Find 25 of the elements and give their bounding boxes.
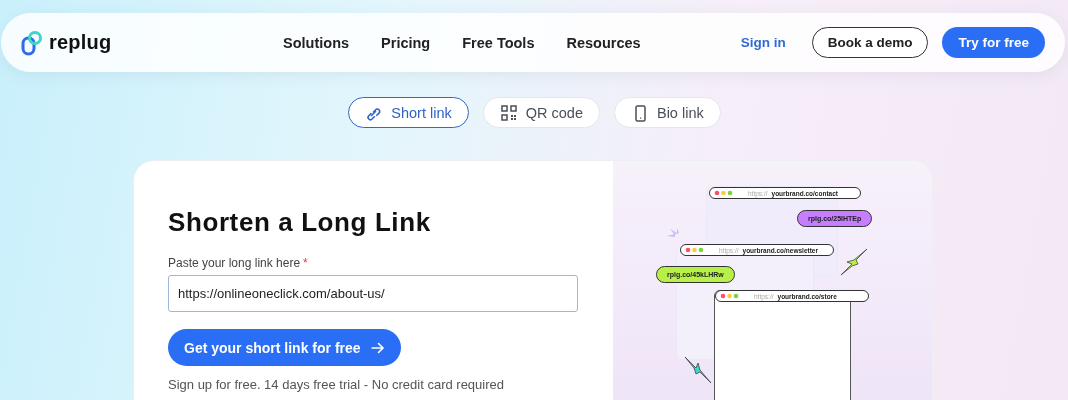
sign-in-link[interactable]: Sign in <box>740 35 786 50</box>
nav-link[interactable]: Solutions <box>283 34 350 51</box>
field-label: Paste your long link here <box>168 256 301 270</box>
nav-link[interactable]: Resources <box>566 34 641 51</box>
required-mark: * <box>303 256 308 270</box>
nav-link[interactable]: Pricing <box>381 34 431 51</box>
tab[interactable]: Short link <box>348 97 469 128</box>
tab[interactable]: Bio link <box>613 97 721 128</box>
logo-icon <box>21 29 43 56</box>
try-free-button[interactable]: Try for free <box>942 27 1045 58</box>
window-dots-icon <box>720 293 740 299</box>
logo-text[interactable]: replug <box>49 31 112 54</box>
window-dots-icon <box>714 190 734 196</box>
sparkle-icon <box>839 247 869 277</box>
sparkle-icon <box>683 355 713 385</box>
book-demo-button[interactable]: Book a demo <box>811 27 929 58</box>
qr-code-icon <box>499 103 518 122</box>
arrow-right-icon <box>370 341 385 354</box>
link-input-field[interactable]: https://onlineoneclick.com/about-us/ <box>168 275 578 312</box>
tab[interactable]: QR code <box>482 97 600 128</box>
get-short-link-button[interactable]: Get your short link for free <box>168 329 401 366</box>
window-dots-icon <box>685 247 705 253</box>
nav-link[interactable]: Free Tools <box>462 34 535 51</box>
card-title: Shorten a Long Link <box>168 207 432 238</box>
signup-note: Sign up for free. 14 days free trial - No credit card required <box>168 377 505 392</box>
